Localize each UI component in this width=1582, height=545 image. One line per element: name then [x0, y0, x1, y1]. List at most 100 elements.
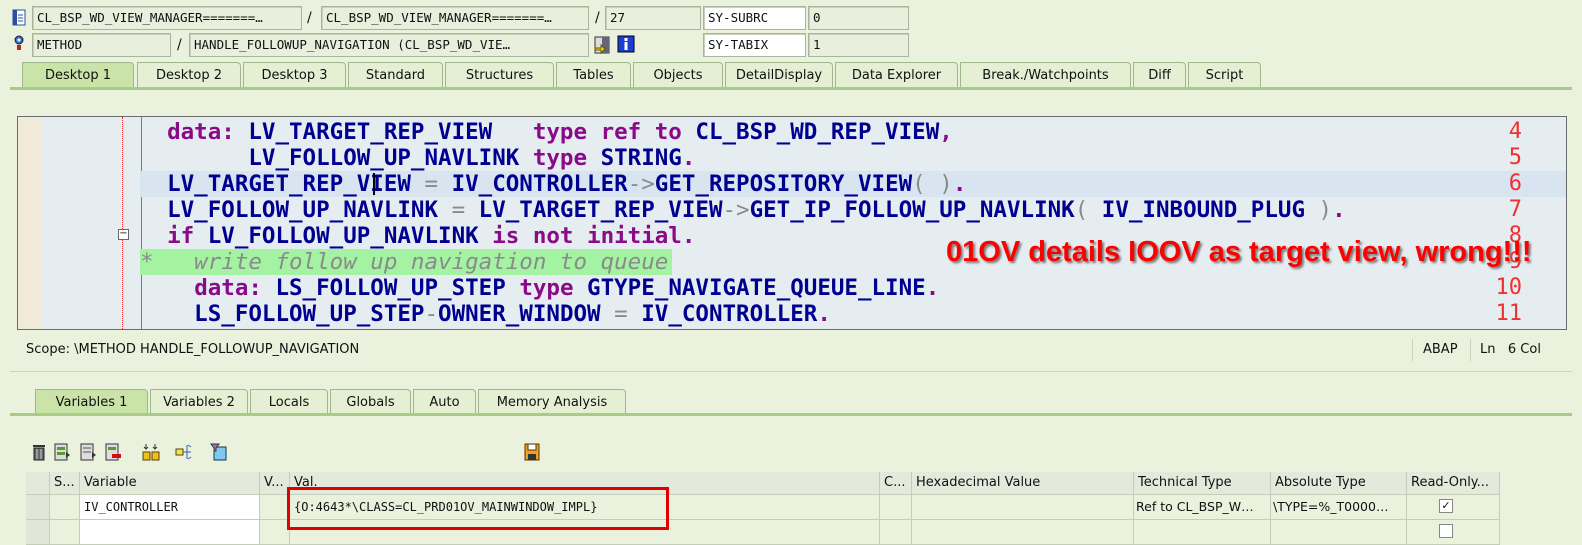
code-token: LS_FOLLOW_UP_STEP [140, 327, 424, 329]
program-field[interactable]: CL_BSP_WD_VIEW_MANAGER=======… [32, 6, 302, 30]
code-line[interactable]: LV_TARGET_REP_VIEW = IV_CONTROLLER->GET_… [140, 171, 966, 197]
tab-diff[interactable]: Diff [1133, 62, 1186, 88]
cell-variable-input[interactable] [80, 520, 260, 545]
code-line[interactable]: if LV_FOLLOW_UP_NAVLINK is not initial. [140, 223, 695, 249]
tab-variables-1[interactable]: Variables 1 [35, 389, 148, 415]
line-number: 10 [1495, 275, 1523, 300]
tab-memory-analysis[interactable]: Memory Analysis [478, 389, 626, 415]
cell-s [50, 495, 80, 520]
column-header-read-only[interactable]: Read-Only... [1407, 472, 1500, 495]
tab-breakpoints[interactable]: Break./Watchpoints [960, 62, 1131, 88]
tab-desktop-3[interactable]: Desktop 3 [243, 62, 346, 88]
program-icon [12, 9, 26, 26]
cell-c [880, 495, 912, 520]
code-line[interactable]: data: LV_TARGET_REP_VIEW type ref to CL_… [140, 119, 953, 145]
cell-technical-type: Ref to CL_BSP_W… [1134, 495, 1271, 520]
sys-field-value-2[interactable]: 1 [808, 33, 909, 57]
code-line[interactable]: LS_FOLLOW_UP_STEP-OWNER_WINDOW = IV_CONT… [140, 301, 831, 327]
tab-structures[interactable]: Structures [445, 62, 554, 88]
column-header-absolute-type[interactable]: Absolute Type [1271, 472, 1407, 495]
row-selector-header[interactable] [26, 472, 50, 495]
line-number-column [42, 117, 142, 329]
code-token: LV_FOLLOW_UP_NAVLINK [140, 197, 452, 223]
code-token: LS_FOLLOW_UP_STEP [261, 275, 520, 301]
code-token: STRING [587, 145, 682, 171]
insert-row-icon[interactable] [53, 443, 71, 461]
code-token: IV_INBOUND_PLUG [1088, 197, 1319, 223]
fold-toggle-icon[interactable]: − [118, 229, 129, 240]
cursor-position: Ln 6 Col [1480, 342, 1541, 357]
code-token: SOURCE_REP_VIEW [438, 327, 655, 329]
code-token: LV_FOLLOW_UP_NAVLINK [140, 145, 533, 171]
code-token: = [655, 327, 669, 329]
text-cursor [373, 173, 375, 195]
sys-field-name-2[interactable]: SY-TABIX [703, 33, 806, 57]
filter-icon[interactable] [210, 443, 228, 461]
event-field[interactable]: HANDLE_FOLLOWUP_NAVIGATION (CL_BSP_WD_VI… [189, 33, 589, 57]
column-header-hex[interactable]: Hexadecimal Value [912, 472, 1134, 495]
row-selector[interactable] [26, 495, 50, 520]
layout-icon[interactable] [175, 443, 193, 461]
info-icon[interactable] [617, 35, 635, 53]
tab-objects[interactable]: Objects [633, 62, 723, 88]
cell-variable[interactable]: IV_CONTROLLER [80, 495, 260, 520]
code-token: = [614, 301, 628, 327]
tab-script[interactable]: Script [1188, 62, 1261, 88]
code-editor[interactable]: data: LV_TARGET_REP_VIEW type ref to CL_… [17, 116, 1567, 330]
delete-row-icon[interactable] [104, 443, 122, 461]
save-layout-icon[interactable] [523, 443, 541, 461]
row-selector[interactable] [26, 520, 50, 545]
code-token: type [532, 145, 588, 171]
code-line[interactable]: LS_FOLLOW_UP_STEP-SOURCE_REP_VIEW = LV_T… [140, 327, 940, 329]
delete-icon[interactable] [30, 443, 48, 461]
code-token: data: [194, 275, 262, 301]
line-number: 4 [1508, 119, 1522, 144]
code-token: . [925, 275, 940, 301]
column-header-variable[interactable]: Variable [80, 472, 260, 495]
tab-desktop-2[interactable]: Desktop 2 [137, 62, 241, 88]
code-token: OWNER_WINDOW [438, 301, 615, 327]
tab-auto[interactable]: Auto [413, 389, 476, 415]
sort-icon[interactable] [142, 443, 160, 461]
read-only-checkbox[interactable] [1439, 524, 1453, 538]
code-line[interactable]: LV_FOLLOW_UP_NAVLINK = LV_TARGET_REP_VIE… [140, 197, 1346, 223]
tab-locals[interactable]: Locals [250, 389, 328, 415]
tab-desktop-1[interactable]: Desktop 1 [22, 62, 134, 88]
cell-hex [912, 495, 1134, 520]
cell-v [260, 495, 290, 520]
tab-variables-2[interactable]: Variables 2 [150, 389, 248, 415]
code-line[interactable]: LV_FOLLOW_UP_NAVLINK type STRING. [140, 145, 695, 171]
line-field[interactable]: 27 [605, 6, 701, 30]
cell-v [260, 520, 290, 545]
tab-globals[interactable]: Globals [330, 389, 411, 415]
column-header-technical-type[interactable]: Technical Type [1134, 472, 1271, 495]
code-token: LV_TARGET_REP_VIEW [465, 197, 723, 223]
code-token: is not initial. [492, 223, 696, 249]
tab-detaildisplay[interactable]: DetailDisplay [725, 62, 833, 88]
language-label: ABAP [1423, 342, 1458, 357]
code-token: . [1332, 197, 1346, 223]
append-row-icon[interactable] [79, 443, 97, 461]
tab-standard[interactable]: Standard [348, 62, 443, 88]
column-header-c[interactable]: C... [880, 472, 912, 495]
code-token: . [926, 327, 940, 329]
sys-field-value-1[interactable]: 0 [808, 6, 909, 30]
sys-field-name-1[interactable]: SY-SUBRC [703, 6, 806, 30]
cell-technical-type [1134, 520, 1271, 545]
tab-tables[interactable]: Tables [556, 62, 631, 88]
column-header-v[interactable]: V... [260, 472, 290, 495]
tab-data-explorer[interactable]: Data Explorer [835, 62, 958, 88]
include-field[interactable]: CL_BSP_WD_VIEW_MANAGER=======… [321, 6, 589, 30]
code-line[interactable]: * write follow up navigation to queue [140, 249, 668, 275]
code-token: if [167, 223, 195, 249]
separator: / [595, 10, 600, 26]
column-header-s[interactable]: S... [50, 472, 80, 495]
code-token: CL_BSP_WD_REP_VIEW [681, 119, 940, 145]
editor-gutter [18, 117, 42, 329]
code-line[interactable]: data: LS_FOLLOW_UP_STEP type GTYPE_NAVIG… [140, 275, 939, 301]
read-only-checkbox[interactable]: ✓ [1439, 499, 1453, 513]
navigate-icon[interactable] [593, 36, 611, 54]
cell-absolute-type: \TYPE=%_T0000… [1271, 495, 1407, 520]
event-type-field[interactable]: METHOD [32, 33, 171, 57]
